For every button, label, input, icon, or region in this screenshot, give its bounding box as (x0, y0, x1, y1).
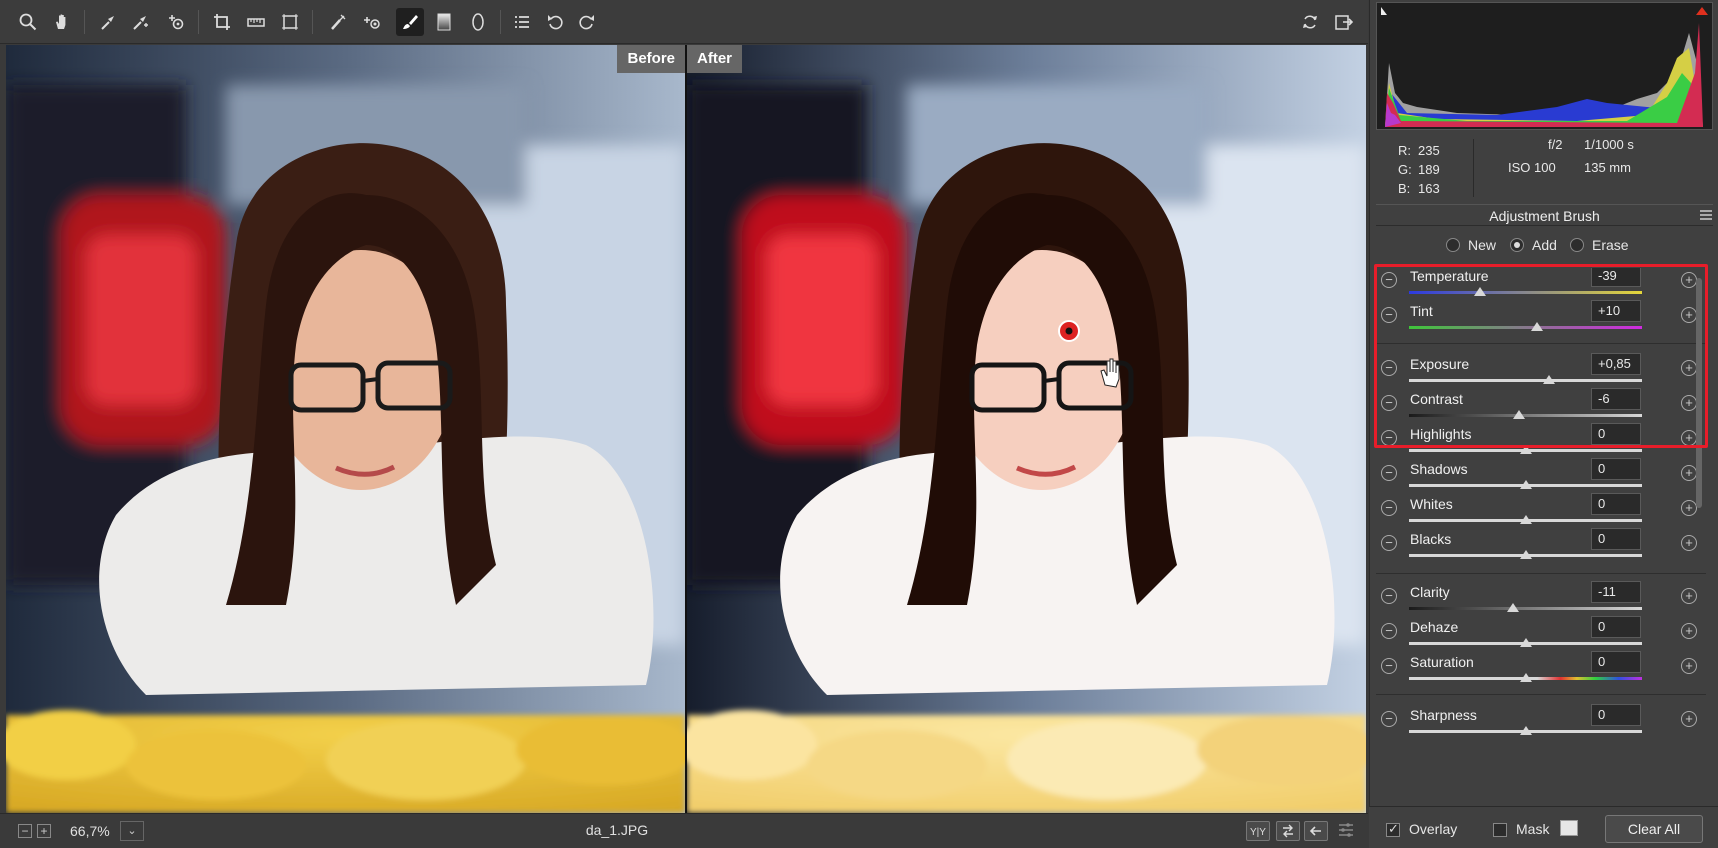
brush-mode-group: New Add Erase (1376, 232, 1713, 260)
mode-erase[interactable]: Erase (1570, 237, 1629, 253)
before-photo[interactable]: Before (6, 45, 685, 813)
before-label: Before (617, 45, 685, 73)
dehaze-value-field[interactable]: 0 (1591, 616, 1641, 638)
blacks-label: Blacks (1410, 531, 1452, 547)
after-photo-canvas (687, 45, 1366, 813)
blacks-slider-row: − Blacks 0 + (1376, 519, 1706, 559)
status-bar: − + 66,7% ⌄ da_1.JPG Y|Y (0, 813, 1368, 848)
whites-value-field[interactable]: 0 (1591, 493, 1641, 515)
whites-slider-row: − Whites 0 + (1376, 484, 1706, 524)
before-after-toggle-button[interactable]: Y|Y (1246, 821, 1270, 841)
dehaze-decrease-icon[interactable]: − (1381, 623, 1397, 639)
info-divider (1473, 139, 1474, 197)
saturation-thumb[interactable] (1519, 673, 1532, 682)
targeted-adjustment-icon[interactable] (162, 8, 190, 36)
blacks-thumb[interactable] (1519, 550, 1532, 559)
aperture: f/2 (1548, 137, 1563, 152)
file-name: da_1.JPG (585, 822, 649, 838)
copy-settings-button[interactable] (1304, 821, 1328, 841)
highlight-clipping-warning-icon (1696, 7, 1708, 15)
zoom-icon[interactable] (14, 8, 42, 36)
straighten-icon[interactable] (242, 8, 270, 36)
iso: ISO 100 (1508, 160, 1556, 175)
sharpness-slider-row: − Sharpness 0 + (1376, 695, 1706, 735)
radial-filter-icon[interactable] (464, 8, 492, 36)
sharpness-thumb[interactable] (1519, 726, 1532, 735)
toolbar-separator (500, 10, 501, 34)
open-image-icon[interactable] (1330, 8, 1358, 36)
mask-color-swatch[interactable] (1560, 820, 1578, 836)
rotate-right-icon[interactable] (572, 8, 600, 36)
dehaze-slider-row: − Dehaze 0 + (1376, 607, 1706, 647)
mode-new[interactable]: New (1446, 237, 1496, 253)
settings-toggle-icon[interactable] (1334, 818, 1358, 842)
saturation-label: Saturation (1410, 654, 1474, 670)
panel-footer: Overlay Mask Clear All (1369, 806, 1718, 848)
sharpness-label: Sharpness (1410, 707, 1477, 723)
adjustment-brush-icon[interactable] (396, 8, 424, 36)
rgb-readout: R: 235 G: 189 B: 163 (1398, 143, 1440, 196)
overlay-checkbox[interactable] (1386, 821, 1400, 837)
whites-decrease-icon[interactable]: − (1381, 500, 1397, 516)
blacks-decrease-icon[interactable]: − (1381, 535, 1397, 551)
overlay-label: Overlay (1409, 821, 1458, 837)
sharpness-decrease-icon[interactable]: − (1381, 711, 1397, 727)
image-preview[interactable]: Before After (6, 45, 1366, 813)
transform-icon[interactable] (276, 8, 304, 36)
graduated-filter-icon[interactable] (430, 8, 458, 36)
toolbar-separator (198, 10, 199, 34)
red-eye-icon[interactable] (358, 8, 386, 36)
shadows-label: Shadows (1410, 461, 1468, 477)
hand-icon[interactable] (48, 8, 76, 36)
mode-erase-radio[interactable] (1570, 238, 1584, 252)
clear-all-button[interactable]: Clear All (1605, 815, 1703, 843)
svg-text:Y|Y: Y|Y (1250, 827, 1266, 838)
crop-icon[interactable] (208, 8, 236, 36)
swap-before-after-button[interactable] (1276, 821, 1300, 841)
highlight-box (1374, 264, 1708, 448)
after-label: After (687, 45, 743, 73)
saturation-value-field[interactable]: 0 (1591, 651, 1641, 673)
rotate-left-icon[interactable] (542, 8, 570, 36)
mode-add-radio[interactable] (1510, 238, 1524, 252)
mode-add[interactable]: Add (1510, 237, 1557, 253)
mask-label: Mask (1516, 821, 1550, 837)
dehaze-label: Dehaze (1410, 619, 1459, 635)
toolbar-separator (84, 10, 85, 34)
panel-title: Adjustment Brush (1376, 204, 1713, 226)
r-value: 235 (1418, 143, 1440, 158)
saturation-slider-row: − Saturation 0 + (1376, 642, 1706, 682)
after-photo[interactable]: After (687, 45, 1366, 813)
clarity-decrease-icon[interactable]: − (1381, 588, 1397, 604)
shadows-value-field[interactable]: 0 (1591, 458, 1641, 480)
g-value: 189 (1418, 162, 1440, 177)
shutter-speed: 1/1000 s (1584, 137, 1634, 152)
shadows-decrease-icon[interactable]: − (1381, 465, 1397, 481)
mask-checkbox[interactable] (1493, 823, 1507, 837)
focal-length: 135 mm (1584, 160, 1631, 175)
spot-removal-icon[interactable] (324, 8, 352, 36)
color-sampler-icon[interactable] (126, 8, 154, 36)
blacks-value-field[interactable]: 0 (1591, 528, 1641, 550)
white-balance-icon[interactable] (94, 8, 122, 36)
before-photo-canvas (6, 45, 685, 813)
preferences-icon[interactable] (508, 8, 536, 36)
whites-label: Whites (1410, 496, 1453, 512)
clarity-slider-row: − Clarity -11 + (1376, 572, 1706, 612)
histogram (1376, 2, 1713, 130)
info-panel: R: 235 G: 189 B: 163 f/2 1/1000 s ISO 100 1… (1376, 137, 1713, 199)
b-value: 163 (1418, 181, 1440, 196)
sharpness-value-field[interactable]: 0 (1591, 704, 1641, 726)
clarity-label: Clarity (1410, 584, 1450, 600)
shadows-slider-row: − Shadows 0 + (1376, 449, 1706, 489)
top-toolbar (0, 0, 1368, 44)
clarity-value-field[interactable]: -11 (1591, 581, 1641, 603)
saturation-decrease-icon[interactable]: − (1381, 658, 1397, 674)
shadow-clipping-warning-icon (1381, 7, 1387, 15)
mode-new-radio[interactable] (1446, 238, 1460, 252)
toolbar-separator (312, 10, 313, 34)
refresh-icon[interactable] (1296, 8, 1324, 36)
panel-menu-icon[interactable] (1699, 209, 1713, 221)
